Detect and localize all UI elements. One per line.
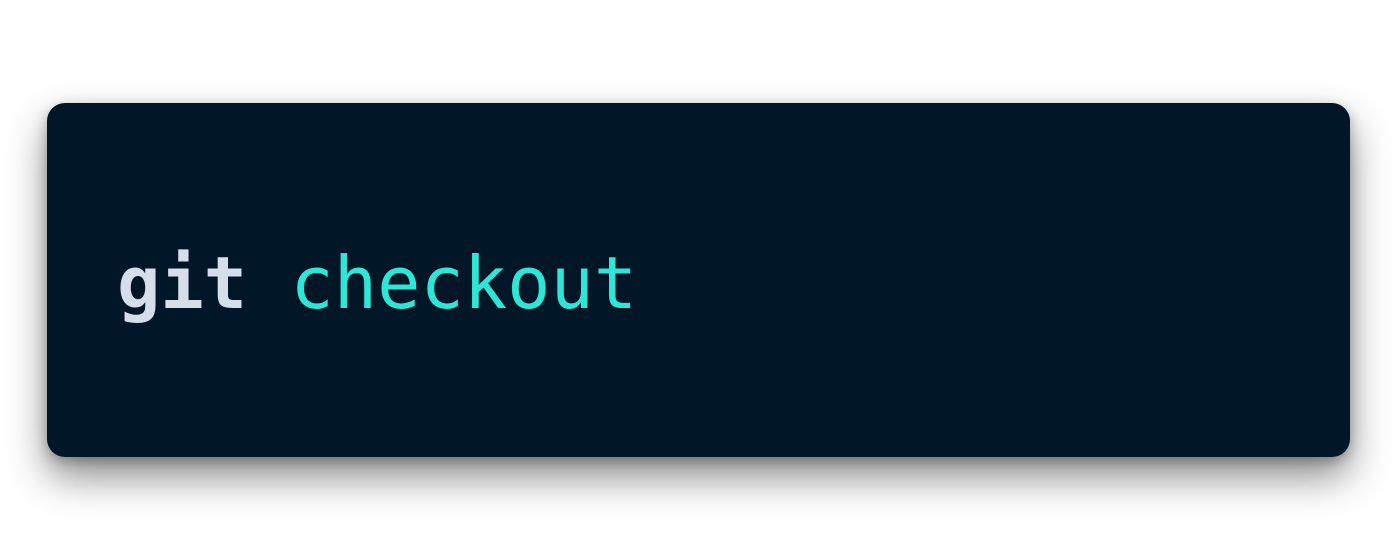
command-token: git: [117, 241, 248, 325]
code-line: git checkout: [117, 243, 637, 323]
code-snippet-card: git checkout: [47, 103, 1350, 457]
argument-token: checkout: [290, 241, 638, 325]
